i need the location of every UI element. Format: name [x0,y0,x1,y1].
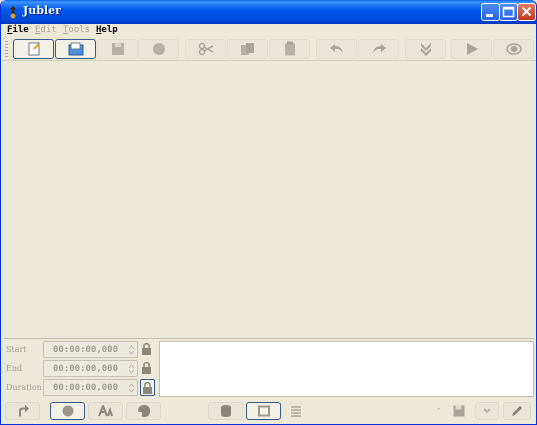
edit-button[interactable] [503,402,531,420]
save-icon [111,43,124,55]
cut-button[interactable] [185,39,226,59]
end-spinner-icon[interactable] [128,363,135,375]
duration-time-value: 00:00:00,000 [53,383,119,393]
info-button[interactable] [138,39,179,59]
redo-button[interactable] [358,39,399,59]
end-lock-button[interactable] [140,360,155,377]
color-button[interactable] [126,402,161,420]
end-time-value: 00:00:00,000 [53,364,119,374]
layout-button[interactable] [246,402,281,420]
close-icon [521,6,532,17]
menu-file[interactable]: File [7,25,29,35]
chevron-down-icon [483,408,491,414]
toolbar [1,38,536,61]
end-label: End [6,364,23,373]
list-lines-icon [291,406,301,417]
record-button[interactable] [50,402,85,420]
lock-icon [143,381,152,394]
style-button[interactable] [88,402,123,420]
subtitle-text-area[interactable] [159,341,534,397]
new-button[interactable] [13,39,54,59]
play-icon [466,43,478,55]
undo-icon [329,44,343,54]
new-file-icon [28,42,40,56]
copy-icon [240,43,254,55]
pencil-icon [512,406,522,416]
start-lock-button[interactable] [140,341,155,358]
paste-button[interactable] [269,39,310,59]
title-bar[interactable]: Jubler [1,0,536,24]
list-view-button[interactable] [284,402,308,420]
preview-icon [505,43,522,55]
palette-icon [137,405,150,417]
redo-icon [372,44,386,54]
start-time-field[interactable]: 00:00:00,000 [43,341,138,358]
minimize-button[interactable] [481,3,500,21]
bottom-toolbar [1,398,536,424]
app-window: Jubler File Edit Tools Help Start 00:00:… [0,0,537,425]
menu-tools[interactable]: Tools [63,25,90,35]
maximize-button[interactable] [499,3,518,21]
lock-icon [142,342,151,355]
menu-edit[interactable]: Edit [35,25,57,35]
duration-time-field[interactable]: 00:00:00,000 [43,379,138,396]
close-button[interactable] [517,3,536,21]
copy-button[interactable] [227,39,268,59]
database-icon [220,405,231,417]
save-button[interactable] [97,39,138,59]
start-label: Start [6,345,27,354]
dropdown-button[interactable] [475,402,499,420]
cut-icon [198,42,213,56]
duration-label: Duration [6,383,42,392]
start-time-value: 00:00:00,000 [53,345,119,355]
jubler-app-icon [10,6,16,19]
menu-bar: File Edit Tools Help [1,24,536,38]
info-icon [152,43,165,55]
font-style-icon [97,405,113,417]
start-spinner-icon[interactable] [128,344,135,356]
lock-icon [142,361,151,374]
paste-icon [284,41,295,56]
save-small-button[interactable] [448,402,470,420]
database-button[interactable] [208,402,243,420]
menu-help[interactable]: Help [96,25,118,35]
undo-button[interactable] [316,39,357,59]
window-title: Jubler [23,4,61,17]
jump-down-icon [420,43,431,56]
rewind-button[interactable] [5,402,40,420]
subtitle-edit-panel: Start 00:00:00,000 End 00:00:00,000 Dura… [4,338,535,397]
duration-spinner-icon[interactable] [128,382,135,394]
save-icon [453,405,465,417]
open-button[interactable] [55,39,96,59]
toolbar-grip[interactable] [5,41,8,58]
open-file-icon [68,42,83,56]
subtitle-table-area[interactable] [4,62,535,337]
preview-button[interactable] [493,39,534,59]
jump-down-button[interactable] [405,39,446,59]
end-time-field[interactable]: 00:00:00,000 [43,360,138,377]
minimize-icon [486,14,493,17]
play-button[interactable] [451,39,492,59]
circle-icon [62,405,73,417]
status-separator: - [437,404,441,414]
turn-arrow-icon [18,404,29,417]
layout-icon [257,405,270,417]
maximize-icon [502,6,515,18]
duration-lock-button[interactable] [140,379,155,396]
